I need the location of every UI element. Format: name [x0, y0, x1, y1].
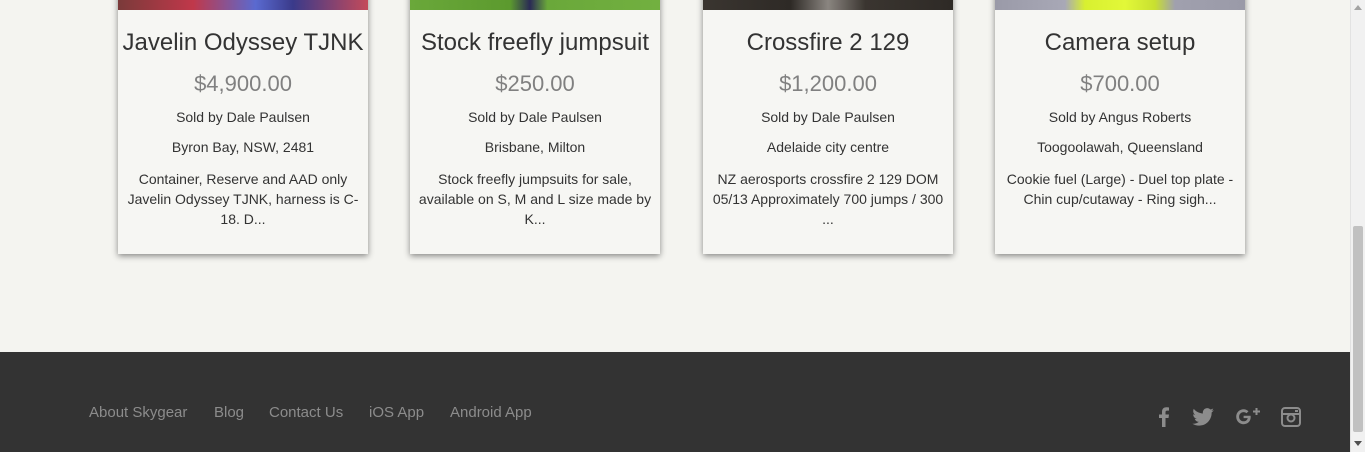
listing-title[interactable]: Stock freefly jumpsuit	[410, 29, 660, 57]
listings-section: Javelin Odyssey TJNK $4,900.00 Sold by D…	[0, 0, 1350, 352]
listing-description: NZ aerosports crossfire 2 129 DOM 05/13 …	[712, 171, 944, 227]
listing-location: Toogoolawah, Queensland	[1037, 139, 1203, 155]
scroll-up-arrow[interactable]	[1354, 5, 1362, 10]
listing-description: Container, Reserve and AAD only Javelin …	[127, 171, 359, 227]
scrollbar-thumb[interactable]	[1353, 226, 1363, 432]
listing-seller: Sold by Dale Paulsen	[468, 109, 602, 125]
listing-location: Byron Bay, NSW, 2481	[171, 139, 315, 155]
listing-location: Adelaide city centre	[766, 139, 890, 155]
footer-link-contact[interactable]: Contact Us	[269, 404, 343, 421]
listing-description: Cookie fuel (Large) - Duel top plate - C…	[1006, 171, 1234, 207]
listing-image[interactable]	[995, 0, 1245, 10]
scroll-down-arrow[interactable]	[1354, 441, 1362, 446]
listing-card[interactable]: Javelin Odyssey TJNK $4,900.00 Sold by D…	[118, 0, 368, 254]
listing-seller: Sold by Dale Paulsen	[176, 109, 310, 125]
footer-link-ios-app[interactable]: iOS App	[369, 404, 424, 421]
listing-description: Stock freefly jumpsuits for sale, availa…	[418, 171, 652, 227]
listing-title[interactable]: Crossfire 2 129	[703, 29, 953, 57]
listing-seller: Sold by Dale Paulsen	[761, 109, 895, 125]
listing-card[interactable]: Crossfire 2 129 $1,200.00 Sold by Dale P…	[703, 0, 953, 254]
listing-title[interactable]: Javelin Odyssey TJNK	[118, 29, 368, 57]
listing-seller: Sold by Angus Roberts	[1048, 109, 1192, 125]
facebook-icon[interactable]	[1156, 406, 1172, 428]
listing-image[interactable]	[703, 0, 953, 10]
listing-image[interactable]	[410, 0, 660, 10]
listing-title[interactable]: Camera setup	[995, 29, 1245, 57]
listing-price: $250.00	[495, 71, 575, 96]
google-plus-icon[interactable]	[1235, 406, 1261, 428]
footer-link-android-app[interactable]: Android App	[450, 404, 532, 421]
footer-link-blog[interactable]: Blog	[214, 404, 244, 421]
listing-price: $1,200.00	[779, 71, 877, 96]
footer-link-about[interactable]: About Skygear	[89, 404, 187, 421]
listing-location: Brisbane, Milton	[484, 139, 586, 155]
vertical-scrollbar[interactable]	[1350, 0, 1365, 452]
site-footer: About Skygear Blog Contact Us iOS App An…	[0, 352, 1350, 452]
listing-price: $4,900.00	[194, 71, 292, 96]
listing-card[interactable]: Stock freefly jumpsuit $250.00 Sold by D…	[410, 0, 660, 254]
listing-card[interactable]: Camera setup $700.00 Sold by Angus Rober…	[995, 0, 1245, 254]
listing-image[interactable]	[118, 0, 368, 10]
instagram-icon[interactable]	[1280, 406, 1302, 428]
listing-price: $700.00	[1080, 71, 1160, 96]
twitter-icon[interactable]	[1191, 406, 1215, 428]
